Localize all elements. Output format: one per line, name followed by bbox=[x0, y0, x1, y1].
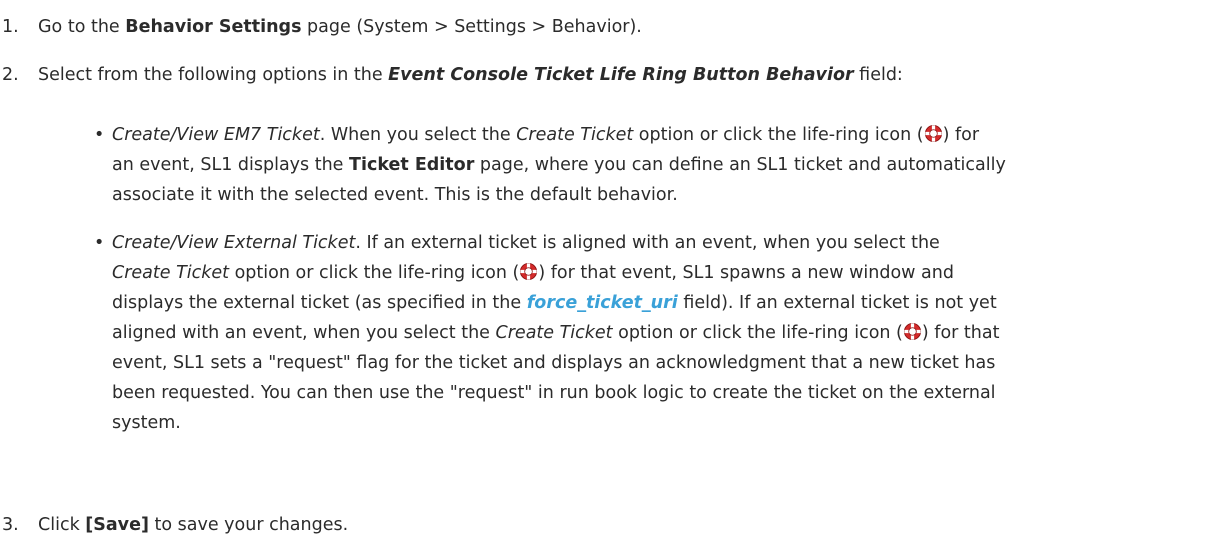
bullet-line: an event, SL1 displays the Ticket Editor… bbox=[112, 150, 1212, 180]
bullet-text: option or click the life-ring icon ( bbox=[633, 125, 924, 145]
option-name: Create/View EM7 Ticket bbox=[112, 125, 320, 145]
save-button-reference: [Save] bbox=[85, 515, 149, 535]
option-em7-ticket: • Create/View EM7 Ticket. When you selec… bbox=[94, 120, 1212, 210]
bullet-text: option or click the life-ring icon ( bbox=[229, 263, 520, 283]
life-ring-icon bbox=[903, 322, 922, 341]
bullet-line: been requested. You can then use the "re… bbox=[112, 378, 1212, 408]
option-external-ticket: • Create/View External Ticket. If an ext… bbox=[94, 228, 1212, 438]
step-text: to save your changes. bbox=[148, 515, 349, 535]
create-ticket-option: Create Ticket bbox=[495, 323, 613, 343]
page-name-behavior-settings: Behavior Settings bbox=[125, 17, 302, 37]
bullet-dot: • bbox=[94, 233, 105, 253]
bullet-text: aligned with an event, when you select t… bbox=[112, 323, 496, 343]
bullet-line: associate it with the selected event. Th… bbox=[112, 180, 1212, 210]
bullet-text: page, where you can define an SL1 ticket… bbox=[474, 155, 1006, 175]
step-1: 1. Go to the Behavior Settings page (Syst… bbox=[0, 13, 642, 41]
bullet-text: ) for bbox=[942, 125, 980, 145]
bullet-text: field). If an external ticket is not yet bbox=[677, 293, 997, 313]
create-ticket-option: Create Ticket bbox=[516, 125, 634, 145]
step-number: 3. bbox=[2, 515, 19, 535]
step-text: Click bbox=[38, 515, 86, 535]
bullet-text: system. bbox=[112, 413, 181, 433]
bullet-text: displays the external ticket (as specifi… bbox=[112, 293, 527, 313]
step-3: 3. Click [Save] to save your changes. bbox=[0, 511, 348, 539]
option-name: Create/View External Ticket bbox=[112, 233, 356, 253]
bullet-text: ) for that event, SL1 spawns a new windo… bbox=[538, 263, 954, 283]
field-name: Event Console Ticket Life Ring Button Be… bbox=[388, 65, 854, 85]
create-ticket-option: Create Ticket bbox=[112, 263, 230, 283]
bullet-line: Create/View EM7 Ticket. When you select … bbox=[112, 120, 1212, 150]
step-text: field: bbox=[853, 65, 903, 85]
bullet-line: aligned with an event, when you select t… bbox=[112, 318, 1212, 348]
step-number: 1. bbox=[2, 17, 19, 37]
bullet-text: . If an external ticket is aligned with … bbox=[355, 233, 940, 253]
force-ticket-uri-link[interactable]: force_ticket_uri bbox=[527, 293, 678, 313]
step-text: Select from the following options in the bbox=[38, 65, 389, 85]
bullet-line: system. bbox=[112, 408, 1212, 438]
step-number: 2. bbox=[2, 65, 19, 85]
bullet-line: event, SL1 sets a "request" flag for the… bbox=[112, 348, 1212, 378]
bullet-dot: • bbox=[94, 125, 105, 145]
bullet-line: displays the external ticket (as specifi… bbox=[112, 288, 1212, 318]
step-2: 2. Select from the following options in t… bbox=[0, 61, 903, 89]
procedure-document: 1. Go to the Behavior Settings page (Syst… bbox=[0, 0, 1225, 554]
step-text: Go to the bbox=[38, 17, 126, 37]
bullet-text: . When you select the bbox=[319, 125, 517, 145]
step-text: page (System > Settings > Behavior). bbox=[301, 17, 642, 37]
bullet-line: Create/View External Ticket. If an exter… bbox=[112, 228, 1212, 258]
bullet-text: been requested. You can then use the "re… bbox=[112, 383, 996, 403]
page-name-ticket-editor: Ticket Editor bbox=[349, 155, 475, 175]
bullet-text: option or click the life-ring icon ( bbox=[612, 323, 903, 343]
bullet-text: associate it with the selected event. Th… bbox=[112, 185, 678, 205]
bullet-text: an event, SL1 displays the bbox=[112, 155, 350, 175]
bullet-text: event, SL1 sets a "request" flag for the… bbox=[112, 353, 996, 373]
bullet-text: ) for that bbox=[921, 323, 1000, 343]
bullet-line: Create Ticket option or click the life-r… bbox=[112, 258, 1212, 288]
life-ring-icon bbox=[924, 124, 943, 143]
life-ring-icon bbox=[519, 262, 538, 281]
